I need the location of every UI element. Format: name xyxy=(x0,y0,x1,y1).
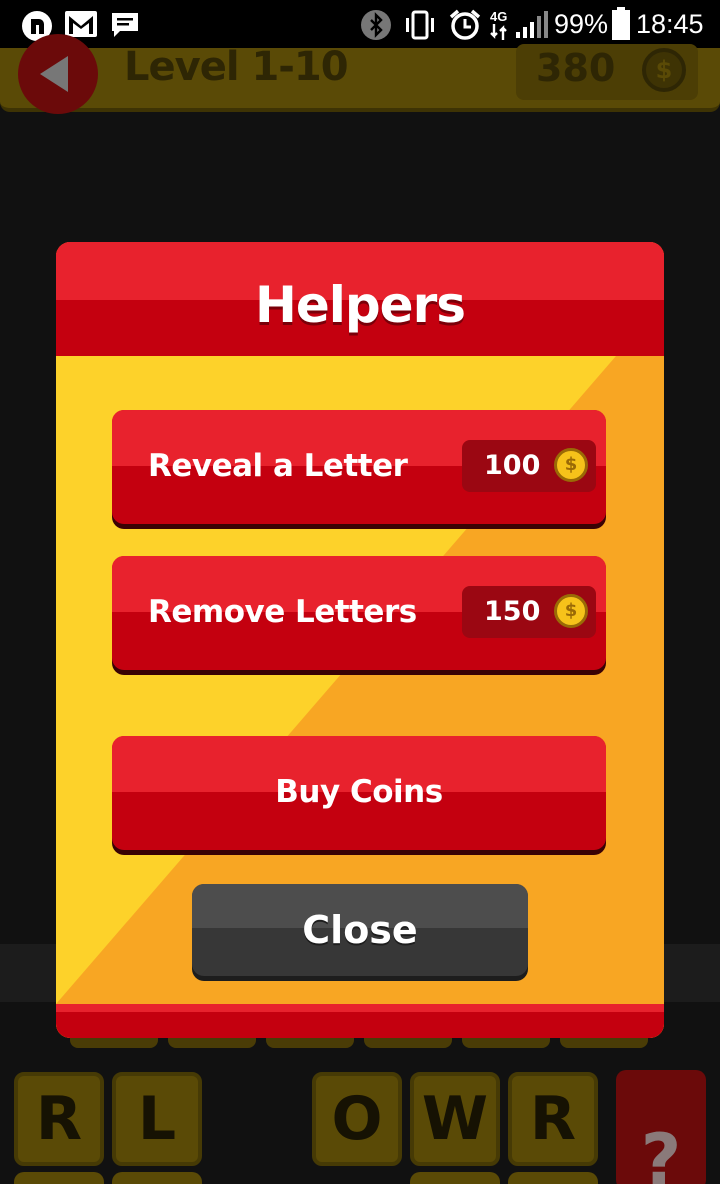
price-value: 150 xyxy=(484,596,541,627)
level-title: Level 1-10 xyxy=(124,44,349,90)
letter-tile[interactable]: O xyxy=(312,1072,402,1166)
bluetooth-icon xyxy=(361,10,391,40)
back-button[interactable] xyxy=(18,34,98,114)
buy-coins-label: Buy Coins xyxy=(275,774,443,810)
message-icon xyxy=(112,13,138,37)
coin-icon: $ xyxy=(554,594,588,628)
reveal-letter-label: Reveal a Letter xyxy=(148,448,408,484)
hint-button[interactable]: ? xyxy=(616,1070,706,1184)
clock: 18:45 xyxy=(636,9,704,39)
remove-letters-button[interactable]: Remove Letters 150 $ xyxy=(112,556,606,670)
battery-percent: 99% xyxy=(554,9,609,39)
price-value: 100 xyxy=(484,450,541,481)
signal-icon xyxy=(516,11,548,38)
letter-tile[interactable] xyxy=(410,1172,500,1184)
reveal-letter-button[interactable]: Reveal a Letter 100 $ xyxy=(112,410,606,524)
close-button[interactable]: Close xyxy=(192,884,528,976)
dialog-header: Helpers xyxy=(56,242,664,356)
letter-tile[interactable] xyxy=(14,1172,104,1184)
battery-icon xyxy=(612,7,630,40)
coin-count: 380 xyxy=(536,46,616,90)
level-header: Level 1-10 380 $ xyxy=(0,34,720,114)
data-arrows-icon xyxy=(490,24,507,40)
letter-tile[interactable]: R xyxy=(508,1072,598,1166)
dialog-footer xyxy=(56,1004,664,1038)
letter-tile[interactable]: L xyxy=(112,1072,202,1166)
helpers-dialog: Helpers Reveal a Letter 100 $ Remove Let… xyxy=(56,242,664,1038)
close-label: Close xyxy=(302,908,418,952)
vibrate-icon xyxy=(406,10,434,40)
alarm-icon xyxy=(449,9,481,40)
letter-tile[interactable] xyxy=(112,1172,202,1184)
remove-letters-label: Remove Letters xyxy=(148,594,417,630)
letter-tile[interactable]: W xyxy=(410,1072,500,1166)
reveal-letter-price: 100 $ xyxy=(462,440,596,492)
dialog-title: Helpers xyxy=(254,276,466,334)
remove-letters-price: 150 $ xyxy=(462,586,596,638)
gmail-icon xyxy=(65,11,97,37)
coin-icon: $ xyxy=(642,48,686,92)
status-bar: 4G 99% 18:45 xyxy=(0,0,720,48)
coin-balance: 380 $ xyxy=(516,44,698,100)
letter-tile[interactable]: R xyxy=(14,1072,104,1166)
network-type: 4G xyxy=(490,9,508,24)
letter-tile[interactable] xyxy=(508,1172,598,1184)
buy-coins-button[interactable]: Buy Coins xyxy=(112,736,606,850)
coin-icon: $ xyxy=(554,448,588,482)
